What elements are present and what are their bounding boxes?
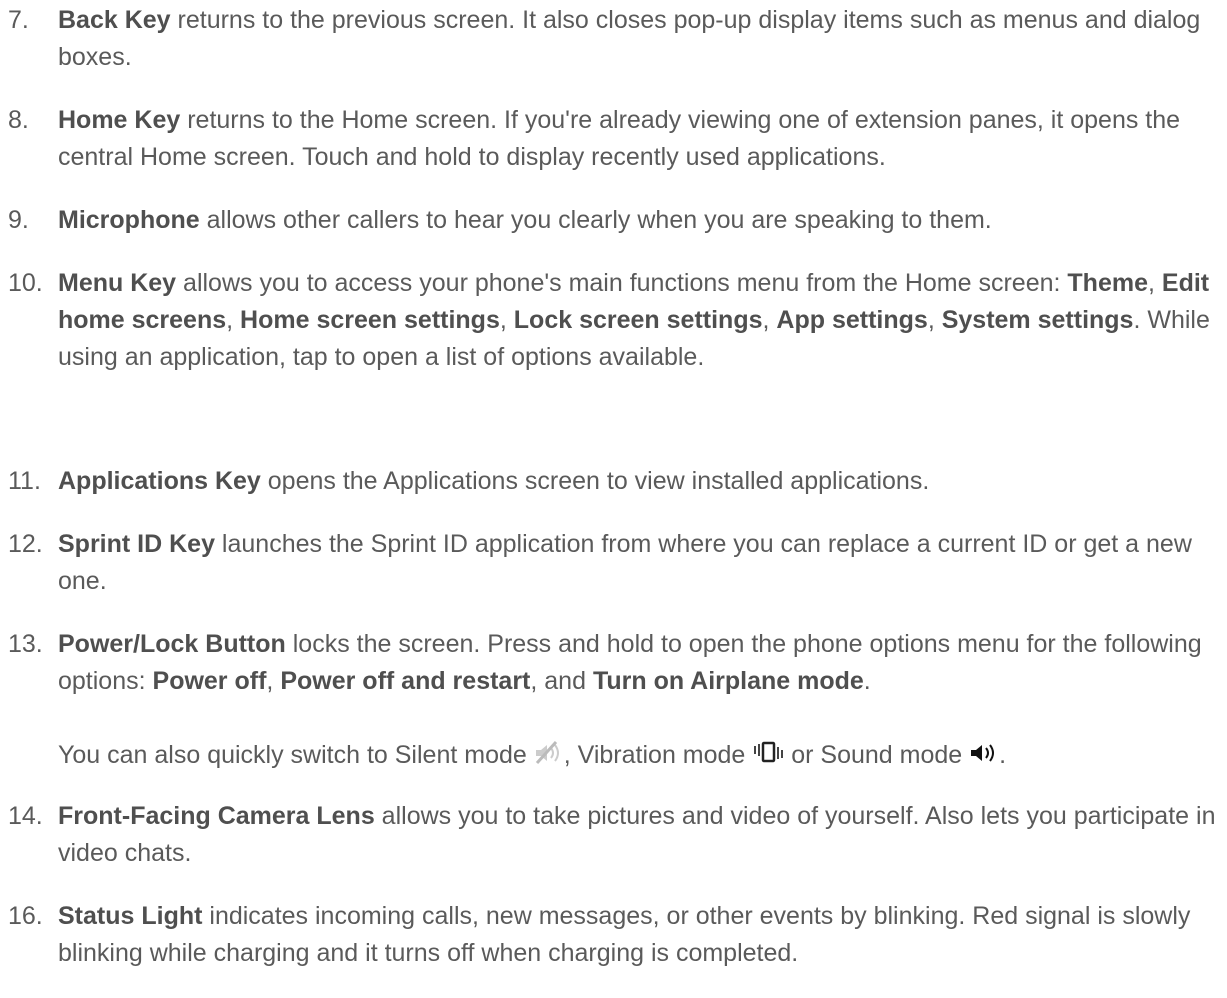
item-number: 12.	[8, 530, 43, 558]
item-title: Menu Key	[58, 269, 177, 297]
item-number: 9.	[8, 206, 29, 234]
item-number: 16.	[8, 902, 43, 930]
silent-mode-icon	[535, 741, 559, 765]
item-number: 13.	[8, 630, 43, 658]
power-option: Turn on Airplane mode	[592, 667, 864, 695]
item-title: Microphone	[58, 206, 200, 234]
feature-list: 7. Back Key returns to the previous scre…	[0, 0, 1227, 998]
item-title: Back Key	[58, 6, 171, 34]
menu-option: System settings	[941, 306, 1134, 334]
item-number: 7.	[8, 6, 29, 34]
item-title: Status Light	[58, 902, 203, 930]
menu-option: Home screen settings	[240, 306, 500, 334]
power-option: Power off and restart	[280, 667, 531, 695]
mode-switch-note: You can also quickly switch to Silent mo…	[58, 741, 1007, 769]
item-description: returns to the previous screen. It also …	[58, 6, 1201, 71]
item-number: 11.	[8, 467, 41, 495]
item-title: Sprint ID Key	[58, 530, 215, 558]
item-description: opens the Applications screen to view in…	[260, 467, 930, 495]
item-title: Power/Lock Button	[58, 630, 286, 658]
menu-option: App settings	[776, 306, 928, 334]
item-number: 14.	[8, 802, 43, 830]
menu-option: Theme	[1067, 269, 1148, 297]
item-number: 10.	[8, 269, 43, 297]
item-description: indicates incoming calls, new messages, …	[58, 902, 1191, 967]
item-title: Home Key	[58, 106, 181, 134]
sound-mode-icon	[971, 744, 995, 762]
power-option: Power off	[152, 667, 267, 695]
item-description: launches the Sprint ID application from …	[58, 530, 1192, 595]
item-description: allows you to access your phone's main f…	[176, 269, 1068, 297]
menu-option: Lock screen settings	[513, 306, 763, 334]
item-description: returns to the Home screen. If you're al…	[58, 106, 1181, 171]
item-number: 8.	[8, 106, 29, 134]
item-title: Applications Key	[58, 467, 261, 495]
item-title: Front-Facing Camera Lens	[58, 802, 375, 830]
vibration-mode-icon	[754, 741, 784, 763]
item-description: allows other callers to hear you clearly…	[199, 206, 992, 234]
